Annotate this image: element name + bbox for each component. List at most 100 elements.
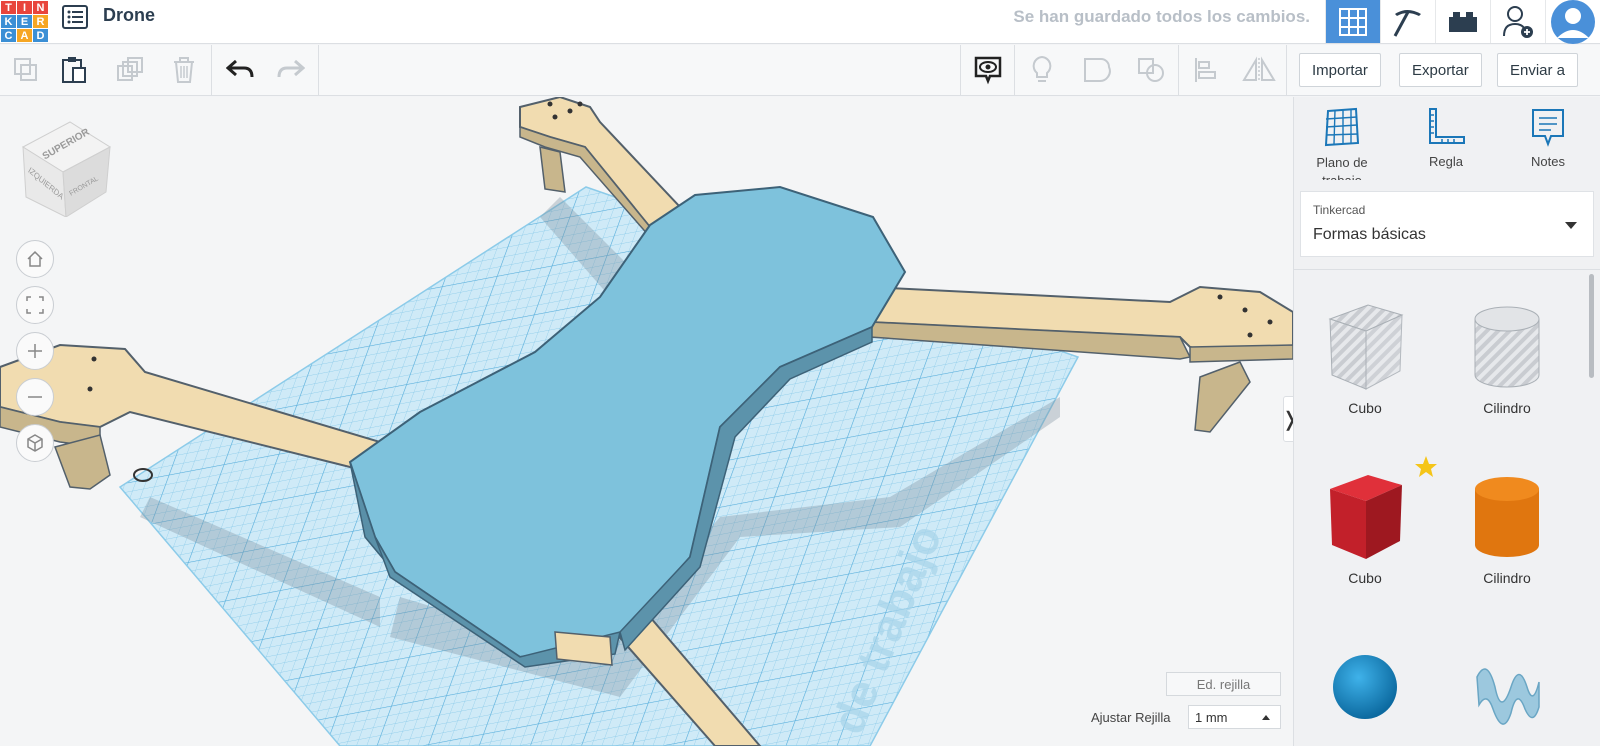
top-bar: T I N K E R C A D Drone Se han guardado … — [0, 0, 1600, 44]
grid-view-icon — [1339, 7, 1367, 36]
align-icon — [1194, 58, 1216, 82]
toolbar-divider — [1286, 45, 1287, 95]
zoom-in-button[interactable] — [16, 332, 54, 370]
hint-button[interactable] — [1016, 45, 1067, 95]
redo-button[interactable] — [265, 45, 316, 95]
user-avatar-button[interactable] — [1545, 0, 1600, 44]
library-source: Tinkercad — [1313, 203, 1366, 217]
shape-orange-cylinder[interactable]: Cilindro — [1452, 467, 1562, 586]
shape-label: Cubo — [1348, 400, 1382, 416]
home-icon — [27, 250, 43, 267]
design-title[interactable]: Drone — [103, 5, 155, 26]
notes-icon — [1532, 109, 1564, 147]
caret-up-icon — [1262, 715, 1270, 720]
logo-letter: E — [17, 15, 32, 28]
shape-hole-cube[interactable]: Cubo — [1310, 297, 1420, 416]
toolbar-divider — [1178, 45, 1179, 95]
panel-scrollbar[interactable] — [1589, 274, 1594, 378]
ruler-icon — [1429, 108, 1465, 144]
logo-letter: R — [33, 15, 48, 28]
logo-letter: A — [17, 29, 32, 42]
logo-letter: T — [1, 1, 16, 14]
add-user-icon — [1503, 5, 1533, 38]
import-button[interactable]: Importar — [1299, 53, 1381, 87]
red-cube-icon — [1330, 475, 1402, 559]
group-button[interactable] — [1071, 45, 1122, 95]
design-list-icon[interactable] — [62, 5, 88, 29]
shape-scribble[interactable] — [1452, 647, 1562, 740]
logo-letter: C — [1, 29, 16, 42]
trash-icon — [173, 57, 194, 83]
hole-cube-icon — [1328, 304, 1404, 390]
paste-icon — [61, 57, 86, 83]
ruler-tool[interactable]: Regla — [1398, 107, 1494, 169]
paste-button[interactable] — [48, 45, 99, 95]
undo-button[interactable] — [214, 45, 265, 95]
toolbar-divider — [960, 45, 961, 95]
notes-tool[interactable]: Notes — [1500, 107, 1596, 169]
blocks-view-button[interactable] — [1380, 0, 1435, 43]
group-icon — [1083, 58, 1111, 83]
minus-icon — [28, 396, 42, 398]
shapes-panel: Plano de trabajo Regla Notes Tinkercad F… — [1293, 97, 1600, 746]
3d-viewport[interactable]: de trabajo SUPERIOR IZQUIERDA FRONTAL Ed… — [0, 97, 1293, 746]
speech-eye-icon — [974, 56, 1001, 85]
toolbar-divider — [1014, 45, 1015, 95]
copy-button[interactable] — [0, 45, 51, 95]
library-name: Formas básicas — [1313, 226, 1426, 243]
shape-hole-cylinder[interactable]: Cilindro — [1452, 297, 1562, 416]
logo-letter: D — [33, 29, 48, 42]
shape-label: Cilindro — [1483, 570, 1531, 586]
avatar — [1551, 0, 1595, 44]
redo-icon — [277, 59, 305, 78]
logo-letter: K — [1, 15, 16, 28]
ungroup-icon — [1137, 58, 1164, 82]
home-view-button[interactable] — [16, 240, 54, 278]
view-cube[interactable]: SUPERIOR IZQUIERDA FRONTAL — [18, 117, 113, 218]
export-button[interactable]: Exportar — [1399, 53, 1482, 87]
ungroup-button[interactable] — [1125, 45, 1176, 95]
lightbulb-icon — [1032, 55, 1051, 82]
toolbar-divider — [318, 45, 319, 95]
show-all-button[interactable] — [962, 45, 1013, 95]
workplane-tool[interactable]: Plano de trabajo — [1294, 107, 1390, 180]
favorite-star-icon[interactable] — [1414, 455, 1438, 484]
sphere-icon — [1333, 655, 1397, 719]
mirror-icon — [1241, 56, 1276, 82]
fit-view-button[interactable] — [16, 286, 54, 324]
snap-grid-select[interactable]: 1 mm — [1188, 705, 1281, 729]
perspective-button[interactable] — [16, 424, 54, 462]
logo-letter: N — [33, 1, 48, 14]
duplicate-button[interactable] — [104, 45, 155, 95]
ruler-tool-label: Regla — [1429, 154, 1463, 169]
edit-toolbar: Importar Exportar Enviar a — [0, 45, 1600, 96]
pickaxe-icon — [1393, 9, 1421, 37]
scene: de trabajo — [0, 97, 1293, 746]
copy-icon — [13, 58, 37, 81]
workplane-icon — [1324, 107, 1360, 147]
edit-grid-button[interactable]: Ed. rejilla — [1166, 672, 1281, 696]
shape-blue-sphere[interactable] — [1310, 647, 1420, 730]
hole-cylinder-icon — [1474, 306, 1540, 388]
invite-user-button[interactable] — [1490, 0, 1545, 43]
send-to-button[interactable]: Enviar a — [1497, 53, 1579, 87]
panel-divider — [1294, 269, 1600, 270]
scribble-icon — [1476, 668, 1540, 725]
tinkercad-logo[interactable]: T I N K E R C A D — [0, 0, 48, 42]
3d-view-button[interactable] — [1325, 0, 1380, 43]
shape-red-cube[interactable]: Cubo — [1310, 467, 1420, 586]
bricks-view-button[interactable] — [1435, 0, 1490, 43]
shape-label: Cilindro — [1483, 400, 1531, 416]
mirror-button[interactable] — [1233, 45, 1284, 95]
align-button[interactable] — [1180, 45, 1231, 95]
shape-library-dropdown[interactable]: Tinkercad Formas básicas — [1300, 191, 1594, 257]
undo-icon — [225, 59, 253, 78]
snap-grid-label: Ajustar Rejilla — [1091, 710, 1171, 725]
duplicate-icon — [116, 57, 143, 81]
snap-grid-value: 1 mm — [1195, 710, 1228, 725]
delete-button[interactable] — [158, 45, 209, 95]
zoom-out-button[interactable] — [16, 378, 54, 416]
shape-label: Cubo — [1348, 570, 1382, 586]
toolbar-divider — [211, 45, 212, 95]
workplane-tool-label: Plano de trabajo — [1316, 155, 1368, 180]
